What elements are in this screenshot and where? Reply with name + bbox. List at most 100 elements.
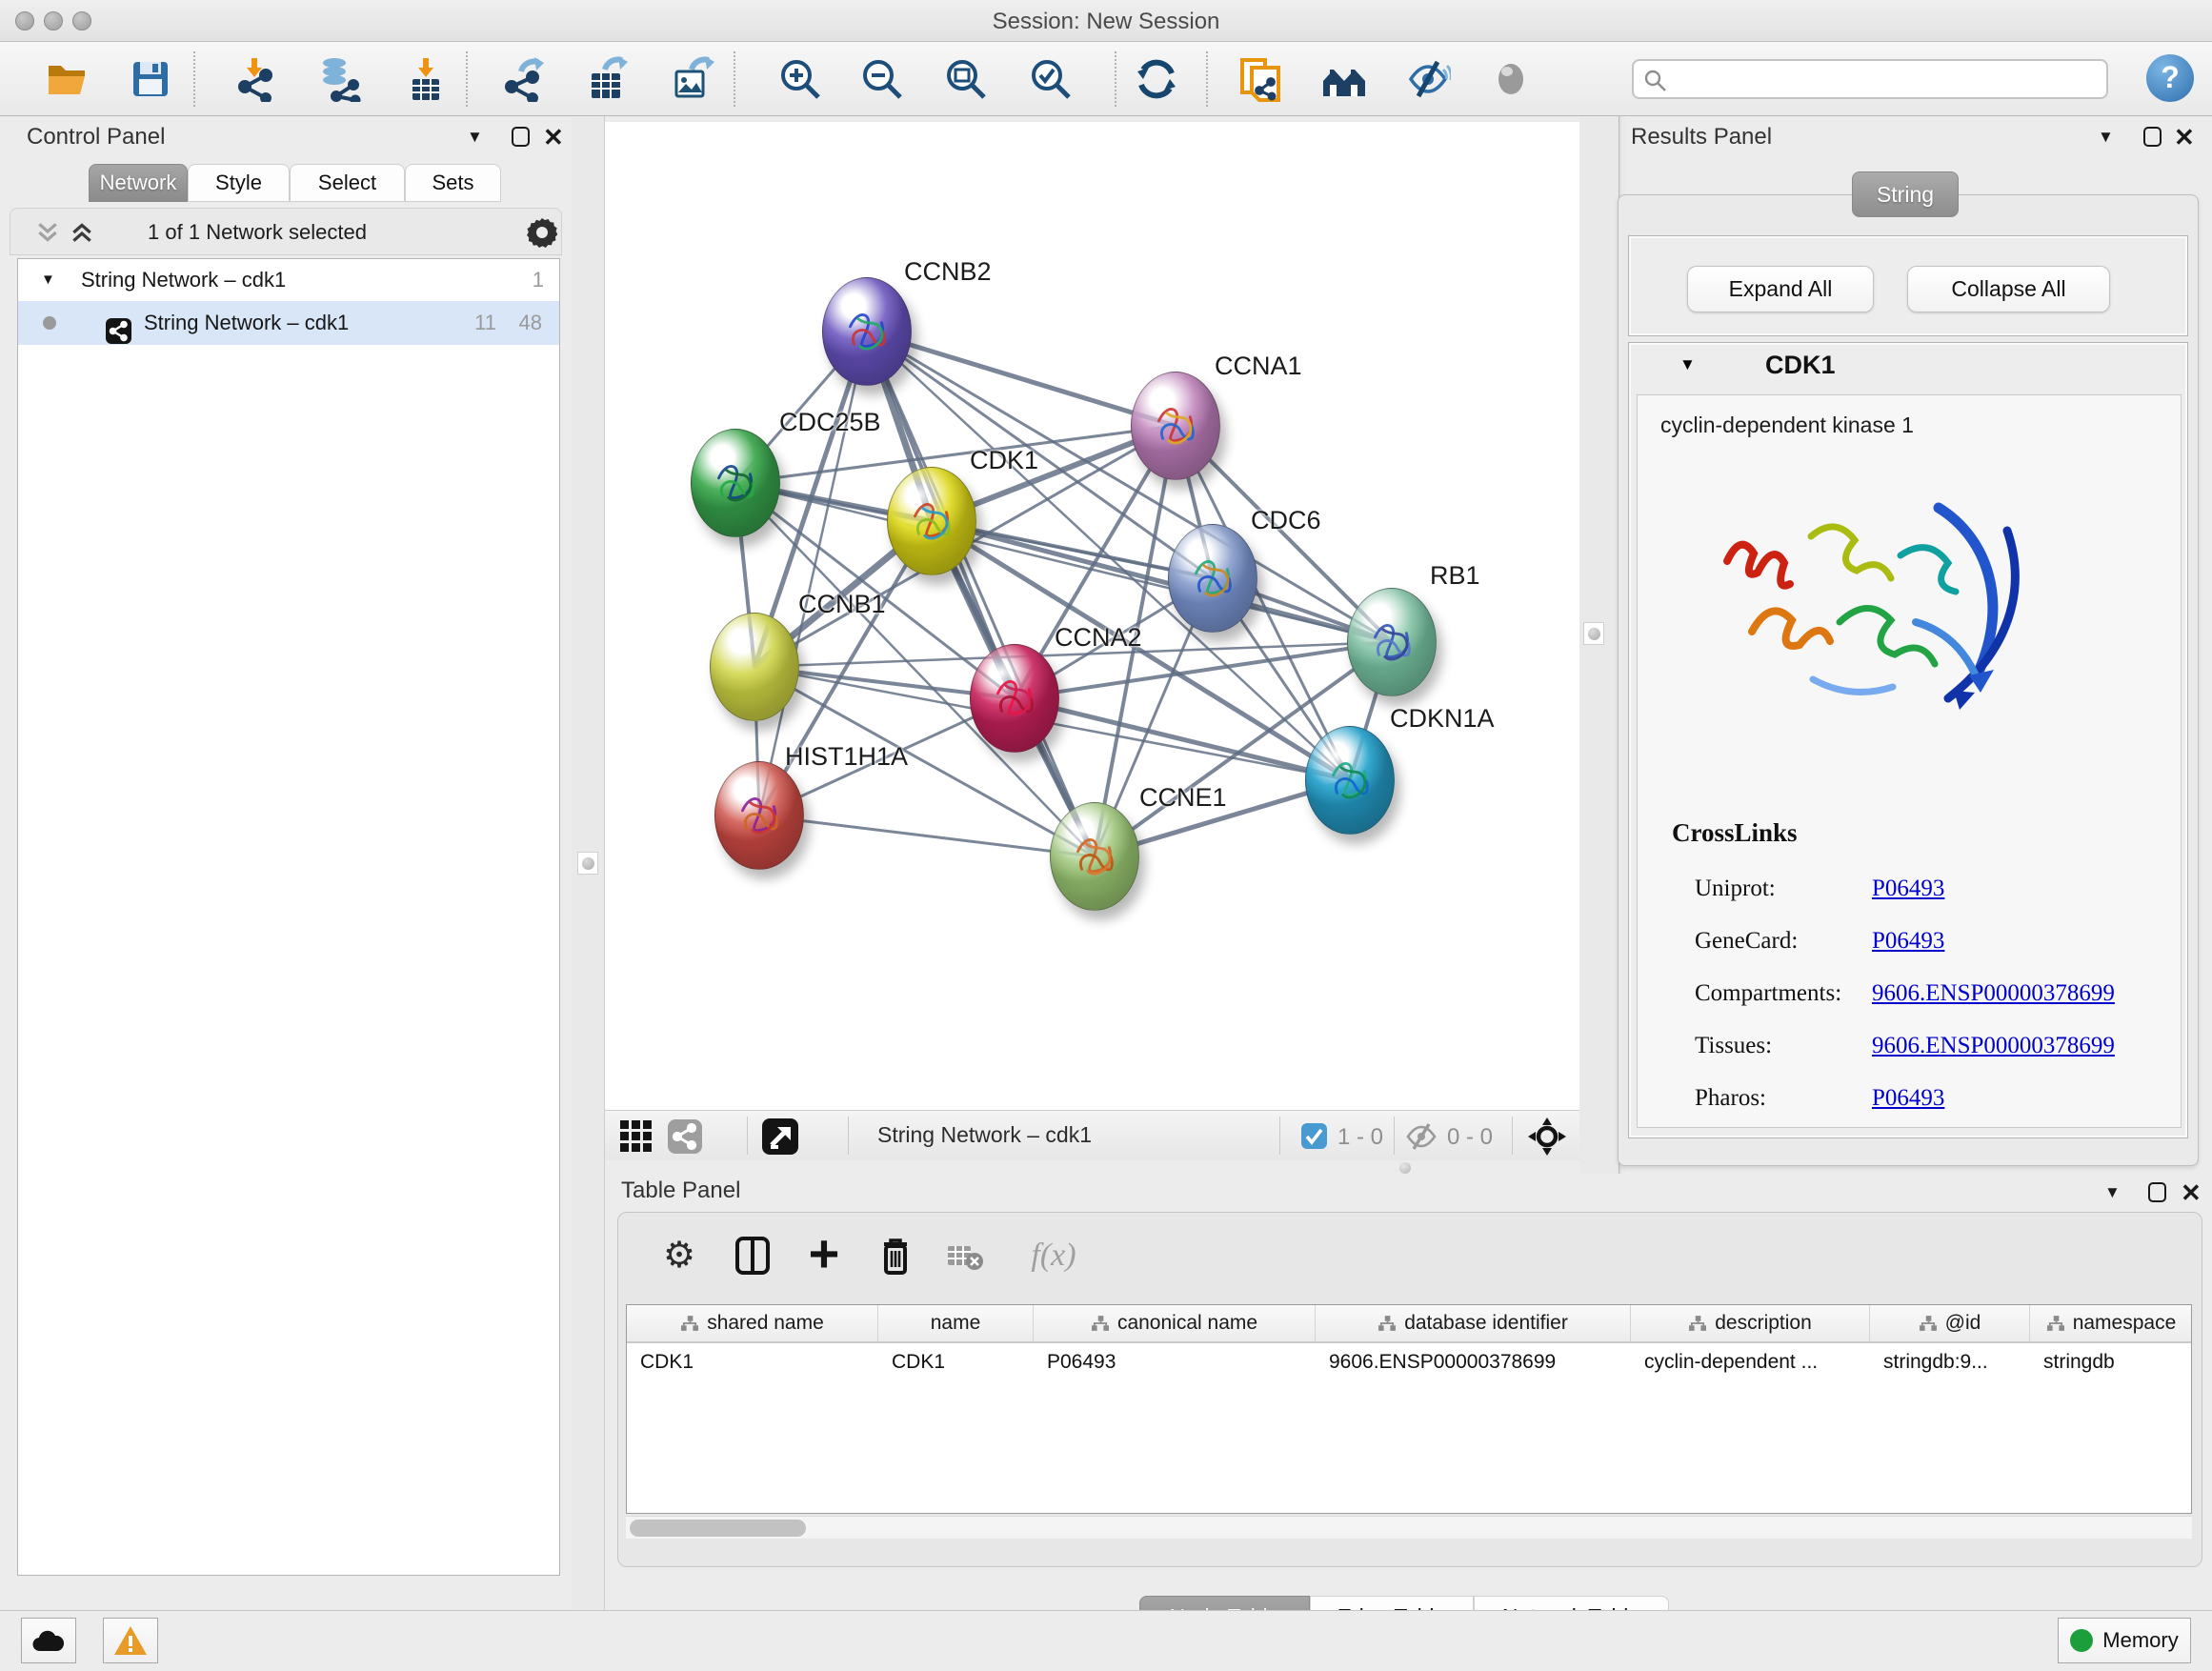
column-header-name[interactable]: name — [878, 1305, 1034, 1343]
network-canvas[interactable]: CCNB2CCNA1CDC25BCDK1CDC6RB1CCNB1CCNA2CDK… — [605, 122, 1579, 1110]
crosslink-link[interactable]: P06493 — [1872, 928, 1944, 955]
tab-network[interactable]: Network — [89, 164, 188, 202]
network-analyzer-home-icon[interactable] — [1321, 56, 1367, 102]
add-column-icon[interactable]: + — [803, 1235, 845, 1277]
import-network-file-icon[interactable] — [235, 56, 281, 102]
column-header-canonical-name[interactable]: canonical name — [1034, 1305, 1316, 1343]
annotation-icon[interactable] — [1237, 56, 1282, 102]
control-panel-menu-icon[interactable]: ▼ — [467, 128, 483, 147]
delete-column-trash-icon[interactable] — [875, 1235, 916, 1277]
zoom-out-icon[interactable] — [859, 56, 905, 102]
column-header-namespace[interactable]: namespace — [2030, 1305, 2192, 1343]
crosslink-label: Uniprot: — [1695, 876, 1776, 902]
network-node-ccnb1[interactable] — [710, 613, 799, 721]
network-row[interactable]: String Network – cdk1 11 48 — [18, 301, 559, 345]
crosslink-link[interactable]: 9606.ENSP00000378699 — [1872, 1033, 2115, 1059]
search-input[interactable] — [1676, 63, 2095, 95]
right-divider-handle[interactable] — [1583, 622, 1604, 645]
export-table-icon[interactable] — [584, 56, 630, 102]
results-tab-string[interactable]: String — [1852, 171, 1959, 217]
delete-table-icon[interactable] — [944, 1235, 986, 1277]
column-header-shared-name[interactable]: shared name — [627, 1305, 878, 1343]
network-node-cdc6[interactable] — [1168, 524, 1257, 633]
column-header--id[interactable]: @id — [1870, 1305, 2030, 1343]
column-header-description[interactable]: description — [1631, 1305, 1870, 1343]
toolbar-separator — [1206, 51, 1208, 107]
crosslink-link[interactable]: 9606.ENSP00000378699 — [1872, 980, 2115, 1007]
show-all-eye-icon[interactable] — [1488, 56, 1534, 102]
selected-checkbox-icon[interactable] — [1301, 1123, 1327, 1149]
table-cell[interactable]: CDK1 — [627, 1345, 878, 1379]
network-collection-row[interactable]: ▼ String Network – cdk1 1 — [18, 259, 559, 301]
table-cell[interactable]: P06493 — [1034, 1345, 1316, 1379]
splitter-handle[interactable] — [1399, 1162, 1411, 1174]
network-node-cdc25b[interactable] — [691, 429, 780, 537]
left-panel-divider[interactable] — [572, 116, 605, 1610]
table-cell[interactable]: CDK1 — [878, 1345, 1034, 1379]
table-settings-gear-icon[interactable]: ⚙ — [658, 1235, 700, 1277]
table-cell[interactable]: stringdb:9... — [1870, 1345, 2030, 1379]
table-panel-menu-icon[interactable]: ▼ — [2104, 1183, 2121, 1202]
warning-button[interactable] — [103, 1618, 158, 1663]
search-icon — [1643, 69, 1668, 93]
table-cell[interactable]: 9606.ENSP00000378699 — [1316, 1345, 1631, 1379]
import-table-file-icon[interactable] — [403, 56, 449, 102]
function-builder-icon[interactable]: f(x) — [1016, 1235, 1092, 1277]
show-columns-icon[interactable] — [732, 1235, 774, 1277]
open-session-icon[interactable] — [44, 56, 90, 102]
collapse-all-button[interactable]: Collapse All — [1907, 266, 2110, 312]
cloud-button[interactable] — [21, 1618, 76, 1663]
network-node-ccnb2[interactable] — [822, 277, 912, 386]
zoom-selected-icon[interactable] — [1028, 56, 1074, 102]
crosslink-link[interactable]: P06493 — [1872, 876, 1944, 902]
protein-section-header[interactable]: ▼ CDK1 — [1629, 343, 2187, 389]
tab-sets[interactable]: Sets — [405, 164, 501, 202]
table-panel-close-icon[interactable]: ✕ — [2181, 1182, 2202, 1203]
string-results-container: Expand All Collapse All ▼ CDK1 cyclin-de… — [1618, 194, 2199, 1166]
tab-style[interactable]: Style — [188, 164, 290, 202]
network-node-ccna1[interactable] — [1131, 372, 1220, 480]
memory-button[interactable]: Memory — [2058, 1618, 2191, 1663]
network-node-cdk1[interactable] — [887, 467, 976, 575]
table-cell[interactable]: cyclin-dependent ... — [1631, 1345, 1870, 1379]
table-scrollbar-thumb[interactable] — [630, 1520, 806, 1537]
gear-icon[interactable] — [527, 217, 557, 248]
crosslink-link[interactable]: P06493 — [1872, 1085, 1944, 1112]
control-panel: Control Panel ▼ ✕ Network Style Select S… — [0, 116, 572, 1610]
network-node-ccne1[interactable] — [1050, 802, 1139, 911]
network-node-cdkn1a[interactable] — [1305, 726, 1395, 835]
zoom-in-icon[interactable] — [777, 56, 823, 102]
help-button[interactable]: ? — [2146, 54, 2194, 102]
results-panel-menu-icon[interactable]: ▼ — [2098, 128, 2114, 147]
results-panel-close-icon[interactable]: ✕ — [2174, 127, 2195, 148]
control-panel-close-icon[interactable]: ✕ — [543, 127, 564, 148]
table-panel-float-icon[interactable] — [2148, 1182, 2166, 1202]
hide-selected-eye-icon[interactable] — [1405, 56, 1451, 102]
node-table[interactable]: shared namenamecanonical namedatabase id… — [626, 1304, 2192, 1514]
protein-expander-icon[interactable]: ▼ — [1679, 355, 1696, 374]
network-node-hist1h1a[interactable] — [714, 761, 804, 870]
network-node-rb1[interactable] — [1347, 588, 1437, 696]
export-network-icon[interactable] — [502, 56, 548, 102]
birds-eye-view-icon[interactable] — [619, 1119, 654, 1154]
horizontal-splitter[interactable] — [605, 1160, 1579, 1174]
fit-content-crosshair-icon[interactable] — [1528, 1117, 1566, 1156]
save-session-icon[interactable] — [128, 56, 173, 102]
status-bar: Memory — [0, 1610, 2212, 1671]
left-divider-handle[interactable] — [577, 852, 598, 875]
collection-expander-icon[interactable]: ▼ — [41, 259, 55, 301]
control-panel-float-icon[interactable] — [512, 127, 530, 147]
import-network-database-icon[interactable] — [315, 56, 361, 102]
export-image-icon[interactable] — [669, 56, 714, 102]
string-style-icon[interactable] — [668, 1119, 702, 1154]
refresh-view-icon[interactable] — [1134, 56, 1179, 102]
results-panel-float-icon[interactable] — [2143, 127, 2162, 147]
network-node-ccna2[interactable] — [970, 644, 1059, 753]
export-view-icon[interactable] — [762, 1118, 798, 1155]
zoom-fit-icon[interactable] — [943, 56, 989, 102]
expand-all-button[interactable]: Expand All — [1687, 266, 1874, 312]
table-cell[interactable]: stringdb — [2030, 1345, 2192, 1379]
column-header-database-identifier[interactable]: database identifier — [1316, 1305, 1631, 1343]
table-horizontal-scrollbar[interactable] — [626, 1516, 2192, 1539]
tab-select[interactable]: Select — [290, 164, 405, 202]
